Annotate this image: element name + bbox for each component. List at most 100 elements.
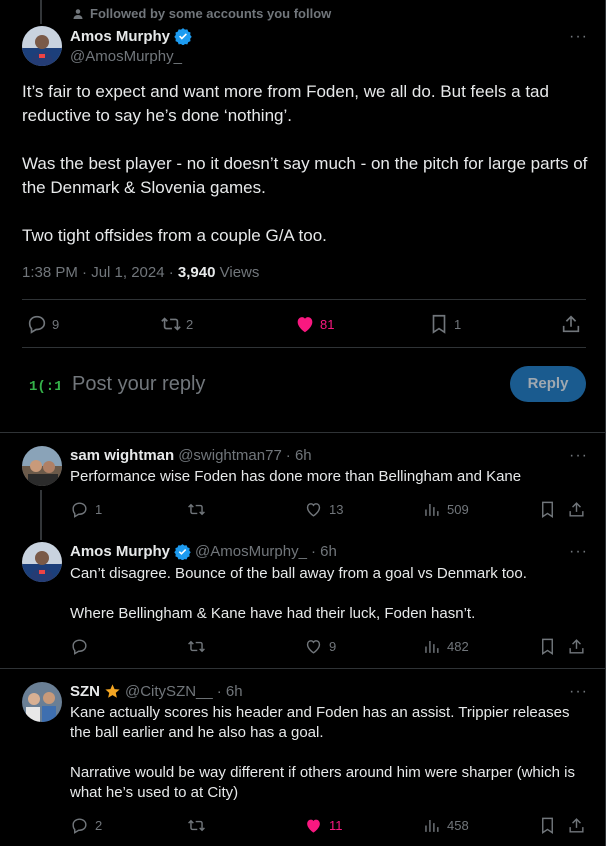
share-action[interactable] <box>567 637 586 656</box>
reply-icon <box>70 500 89 519</box>
tweet-actions: 9 2 81 1 <box>22 308 586 340</box>
thread-line <box>40 490 42 540</box>
reply-author-handle[interactable]: @swightman77 <box>178 447 282 464</box>
reply-count: 1 <box>95 502 103 517</box>
reply-text: Can’t disagree. Bounce of the ball away … <box>70 564 590 624</box>
views-action[interactable]: 458 <box>422 816 469 835</box>
heart-outline-icon <box>304 500 323 519</box>
reply-composer: 1(:1( Post your reply Reply <box>22 364 586 404</box>
reply-button[interactable]: Reply <box>510 366 586 402</box>
repost-action[interactable]: 2 <box>160 313 193 335</box>
bookmark-count: 1 <box>454 316 462 332</box>
more-options-icon[interactable]: ··· <box>569 683 588 701</box>
thread-line <box>40 0 42 24</box>
bookmark-icon <box>428 313 450 335</box>
reply-icon <box>70 637 89 656</box>
share-action[interactable] <box>567 816 586 835</box>
like-action[interactable]: 11 <box>304 816 343 835</box>
bookmark-icon <box>538 816 557 835</box>
reply-count: 9 <box>52 316 60 332</box>
reply-action[interactable] <box>70 637 89 656</box>
verified-badge-icon <box>174 27 192 45</box>
reply-header: SZN @CitySZN__ · 6h <box>70 683 243 700</box>
like-count: 81 <box>320 316 335 332</box>
views-count: 3,940 <box>177 264 216 281</box>
tweet-paragraph: Two tight offsides from a couple G/A too… <box>22 226 327 245</box>
reply-author-name[interactable]: SZN <box>70 683 100 700</box>
reply-text: Kane actually scores his header and Fode… <box>70 703 590 803</box>
share-action[interactable] <box>560 313 582 335</box>
reply-icon <box>26 313 48 335</box>
views-action[interactable]: 482 <box>422 637 469 656</box>
reply-header: sam wightman @swightman77 · 6h <box>70 447 312 464</box>
reply-author-name[interactable]: Amos Murphy <box>70 543 170 560</box>
reply-author-name[interactable]: sam wightman <box>70 447 174 464</box>
author-name[interactable]: Amos Murphy <box>70 28 170 45</box>
bookmark-action[interactable] <box>538 816 557 835</box>
reply-actions: 9 482 <box>70 637 590 657</box>
repost-action[interactable] <box>187 637 206 656</box>
like-action[interactable]: 81 <box>294 313 334 335</box>
svg-text:1(:1(: 1(:1( <box>29 379 60 395</box>
repost-count: 2 <box>186 316 194 332</box>
more-options-icon[interactable]: ··· <box>569 447 588 465</box>
repost-icon <box>187 637 206 656</box>
avatar[interactable] <box>22 446 62 486</box>
verified-badge-icon <box>174 543 191 560</box>
bookmark-icon <box>538 500 557 519</box>
like-count: 13 <box>329 502 344 517</box>
reply-count: 2 <box>95 818 103 833</box>
divider <box>0 432 606 433</box>
analytics-icon <box>422 637 441 656</box>
reply-author-handle[interactable]: @CitySZN__ <box>125 683 213 700</box>
avatar[interactable] <box>22 682 62 722</box>
bookmark-action[interactable] <box>538 500 557 519</box>
bookmark-icon <box>538 637 557 656</box>
timestamp[interactable]: 1:38 PM · Jul 1, 2024 · <box>22 264 178 281</box>
repost-icon <box>187 500 206 519</box>
views-action[interactable]: 509 <box>422 500 469 519</box>
reply-action[interactable]: 1 <box>70 500 102 519</box>
views-count: 509 <box>447 502 469 517</box>
more-options-icon[interactable]: ··· <box>569 28 588 46</box>
like-count: 9 <box>329 639 337 654</box>
analytics-icon <box>422 500 441 519</box>
reply-paragraph: Where Bellingham & Kane have had their l… <box>70 605 476 622</box>
share-icon <box>567 637 586 656</box>
repost-icon <box>187 816 206 835</box>
avatar[interactable] <box>22 542 62 582</box>
bookmark-action[interactable]: 1 <box>428 313 461 335</box>
repost-action[interactable] <box>187 500 206 519</box>
heart-outline-icon <box>304 637 323 656</box>
share-action[interactable] <box>567 500 586 519</box>
timeline-column: Followed by some accounts you follow Amo… <box>0 0 606 846</box>
avatar[interactable] <box>22 26 62 66</box>
bookmark-action[interactable] <box>538 637 557 656</box>
tweet-text: It’s fair to expect and want more from F… <box>22 80 592 248</box>
composer-avatar: 1(:1( <box>26 370 60 398</box>
reply-author-handle[interactable]: @AmosMurphy_ <box>195 543 307 560</box>
more-options-icon[interactable]: ··· <box>569 543 588 561</box>
tweet-meta: 1:38 PM · Jul 1, 2024 · 3,940 Views <box>22 264 259 281</box>
like-action[interactable]: 9 <box>304 637 336 656</box>
reply-icon <box>70 816 89 835</box>
reply-time[interactable]: · 6h <box>217 683 243 700</box>
share-icon <box>567 816 586 835</box>
author-handle[interactable]: @AmosMurphy_ <box>70 48 182 65</box>
reply-paragraph: Performance wise Foden has done more tha… <box>70 468 522 485</box>
reply-time[interactable]: · 6h <box>286 447 312 464</box>
share-icon <box>560 313 582 335</box>
reply-action[interactable]: 2 <box>70 816 102 835</box>
author-name-row[interactable]: Amos Murphy <box>70 27 192 45</box>
reply-action[interactable]: 9 <box>26 313 59 335</box>
repost-action[interactable] <box>187 816 206 835</box>
like-action[interactable]: 13 <box>304 500 343 519</box>
reply-time[interactable]: · 6h <box>311 543 337 560</box>
share-icon <box>567 500 586 519</box>
social-context-text: Followed by some accounts you follow <box>90 6 332 21</box>
reply-input[interactable]: Post your reply <box>72 373 205 396</box>
reply-actions: 1 13 509 <box>70 500 590 520</box>
tweet-paragraph: It’s fair to expect and want more from F… <box>22 82 549 125</box>
reply-header: Amos Murphy @AmosMurphy_ · 6h <box>70 543 337 560</box>
views-count: 482 <box>447 639 469 654</box>
